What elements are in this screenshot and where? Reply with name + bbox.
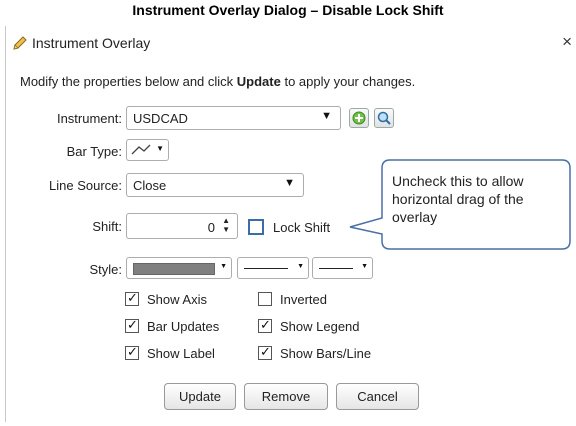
callout-text: Uncheck this to allow horizontal drag of… [392, 173, 524, 225]
